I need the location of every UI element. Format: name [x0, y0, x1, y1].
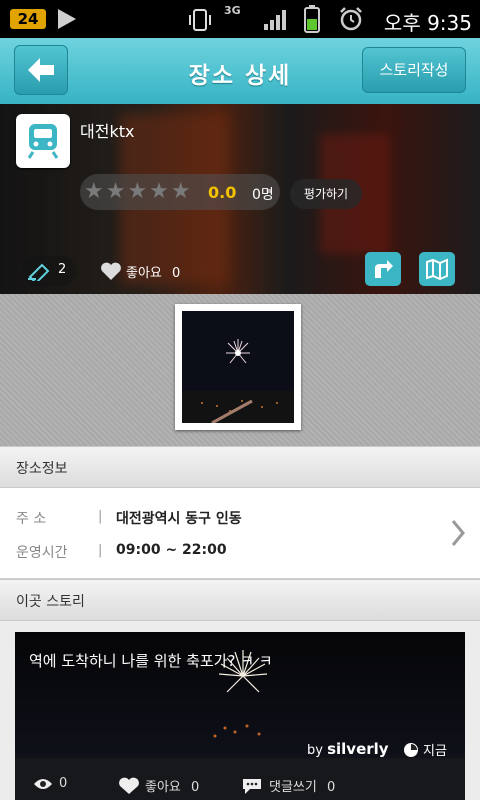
map-button[interactable] — [419, 252, 455, 286]
rating-stars-icon: ★★★★★ — [84, 179, 193, 204]
heart-icon — [119, 777, 139, 794]
hours-value: 09:00 ~ 22:00 — [116, 542, 227, 558]
place-name: 대전ktx — [80, 122, 135, 141]
share-icon — [375, 260, 393, 278]
address-value: 대전광역시 동구 인동 — [116, 511, 242, 527]
place-info-title: 장소정보 — [16, 461, 68, 477]
view-count: 0 — [33, 776, 67, 791]
like-button[interactable]: 좋아요 0 — [100, 261, 180, 281]
story-like-button[interactable]: 좋아요 0 — [119, 776, 199, 795]
rating-value: 0.0 — [208, 183, 237, 202]
battery-icon — [304, 5, 320, 33]
speech-bubble-icon — [243, 779, 261, 794]
network-type: 3G — [224, 4, 241, 17]
signal-icon — [264, 10, 286, 30]
rating-box: ★★★★★ 0.0 0명 — [80, 174, 280, 210]
clock: 오후 9:35 — [383, 11, 472, 35]
like-count: 0 — [172, 266, 181, 281]
like-label: 좋아요 — [126, 266, 162, 281]
place-info-header: 장소정보 — [0, 446, 480, 488]
train-category-icon — [16, 114, 70, 168]
story-stats: 0 좋아요 0 댓글쓰기 0 — [15, 772, 465, 800]
rate-button[interactable]: 평가하기 — [290, 179, 362, 209]
eye-icon — [34, 779, 52, 789]
author-name: silverly — [327, 740, 389, 758]
map-icon — [426, 258, 448, 280]
play-icon — [58, 9, 76, 29]
write-story-button[interactable]: 스토리작성 — [362, 47, 466, 93]
story-text: 역에 도착하니 나를 위한 축포가? ㅋ ㅋ — [29, 652, 273, 670]
rating-count: 0명 — [252, 187, 274, 203]
chevron-right-icon[interactable] — [450, 518, 466, 548]
notification-badge: 24 — [10, 9, 46, 29]
stories-header: 이곳 스토리 — [0, 579, 480, 621]
status-bar: 24 3G 오후 9:35 — [0, 0, 480, 38]
story-count: 2 — [58, 262, 67, 277]
story-count-badge[interactable]: 2 — [22, 256, 76, 286]
place-header: 대전ktx ★★★★★ 0.0 0명 평가하기 2 좋아요 0 — [0, 104, 480, 294]
place-photo[interactable] — [175, 304, 301, 430]
vibrate-icon — [189, 9, 211, 31]
fireworks-photo — [182, 339, 294, 423]
alarm-icon — [340, 7, 362, 31]
clock-icon — [404, 743, 418, 757]
place-info-panel[interactable]: 주 소 | 대전광역시 동구 인동 운영시간 | 09:00 ~ 22:00 — [0, 488, 480, 579]
title-bar: 장소 상세 스토리작성 — [0, 38, 480, 105]
share-button[interactable] — [365, 252, 401, 286]
address-label: 주 소 — [16, 511, 47, 527]
story-author: by silverly — [307, 740, 389, 758]
hours-label: 운영시간 — [16, 545, 68, 561]
story-time: 지금 — [403, 740, 447, 759]
stories-title: 이곳 스토리 — [16, 594, 85, 610]
pencil-icon — [28, 263, 50, 281]
heart-icon — [101, 262, 121, 280]
photo-band — [0, 294, 480, 447]
story-card[interactable]: 역에 도착하니 나를 위한 축포가? ㅋ ㅋ by silverly 지금 0 … — [15, 632, 465, 800]
comment-button[interactable]: 댓글쓰기 0 — [241, 776, 335, 795]
